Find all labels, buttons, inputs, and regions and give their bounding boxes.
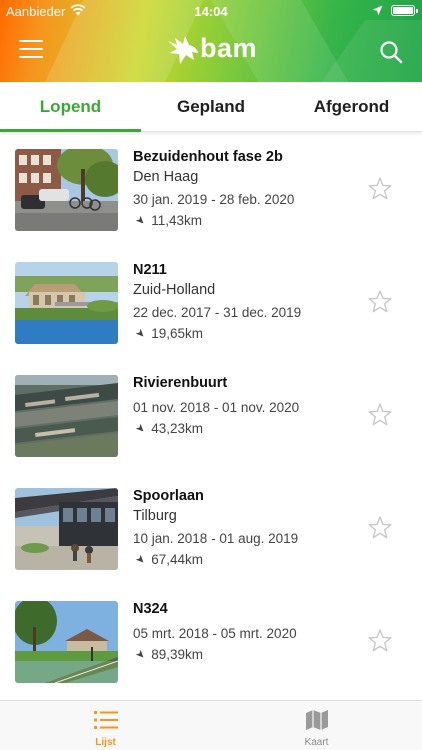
project-thumbnail <box>15 488 118 570</box>
project-thumbnail <box>15 262 118 344</box>
favorite-star-icon[interactable] <box>367 289 393 315</box>
app-header: Aanbieder 14:04 bam <box>0 0 422 82</box>
tab-afgerond[interactable]: Afgerond <box>281 82 422 132</box>
project-location: Tilburg <box>133 508 177 524</box>
logo-text: bam <box>200 33 258 63</box>
hamburger-icon[interactable] <box>19 40 43 62</box>
tab-gepland[interactable]: Gepland <box>141 82 281 132</box>
project-item[interactable]: Spoorlaan Tilburg 10 jan. 2018 - 01 aug.… <box>0 472 422 585</box>
project-title: Bezuidenhout fase 2b <box>133 149 283 165</box>
distance-value: 11,43km <box>151 213 202 228</box>
distance-value: 67,44km <box>151 552 203 567</box>
project-dates: 05 mrt. 2018 - 05 mrt. 2020 <box>133 626 297 641</box>
project-location: Zuid-Holland <box>133 282 216 298</box>
navigation-arrow-icon: ➤ <box>132 421 148 437</box>
project-thumbnail <box>15 601 118 683</box>
tab-kaart[interactable]: Kaart <box>211 701 422 750</box>
project-title: Spoorlaan <box>133 488 204 504</box>
project-distance: ➤ 43,23km <box>132 421 203 437</box>
favorite-star-icon[interactable] <box>367 176 393 202</box>
project-dates: 10 jan. 2018 - 01 aug. 2019 <box>133 531 299 546</box>
project-item[interactable]: N211 Zuid-Holland 22 dec. 2017 - 31 dec.… <box>0 246 422 359</box>
tab-lijst[interactable]: Lijst <box>0 701 211 750</box>
map-icon <box>306 710 328 730</box>
project-title: N324 <box>133 601 168 617</box>
favorite-star-icon[interactable] <box>367 402 393 428</box>
bam-bird-icon <box>168 36 198 64</box>
bam-logo: bam <box>166 33 260 67</box>
project-distance: ➤ 67,44km <box>132 552 203 568</box>
project-dates: 30 jan. 2019 - 28 feb. 2020 <box>133 192 295 207</box>
active-tab-indicator <box>0 129 141 132</box>
navigation-arrow-icon: ➤ <box>132 647 148 663</box>
project-location: Den Haag <box>133 169 199 185</box>
favorite-star-icon[interactable] <box>367 515 393 541</box>
distance-value: 19,65km <box>151 326 203 341</box>
status-time: 14:04 <box>194 4 228 19</box>
distance-value: 89,39km <box>151 647 203 662</box>
project-distance: ➤ 19,65km <box>132 326 203 342</box>
project-distance: ➤ 89,39km <box>132 647 203 663</box>
project-item[interactable]: Rivierenbuurt 01 nov. 2018 - 01 nov. 202… <box>0 359 422 472</box>
project-distance: ➤ 11,43km <box>132 213 202 229</box>
distance-value: 43,23km <box>151 421 203 436</box>
tab-kaart-label: Kaart <box>304 737 329 748</box>
status-tabs: Lopend Gepland Afgerond <box>0 82 422 132</box>
favorite-star-icon[interactable] <box>367 628 393 654</box>
project-list: Bezuidenhout fase 2b Den Haag 30 jan. 20… <box>0 133 422 699</box>
project-dates: 01 nov. 2018 - 01 nov. 2020 <box>133 400 300 415</box>
navigation-arrow-icon: ➤ <box>132 552 148 568</box>
tab-lopend[interactable]: Lopend <box>0 82 141 132</box>
navigation-arrow-icon: ➤ <box>132 326 148 342</box>
project-title: Rivierenbuurt <box>133 375 228 391</box>
location-arrow-icon <box>372 5 383 16</box>
project-item[interactable]: N324 05 mrt. 2018 - 05 mrt. 2020 ➤ 89,39k… <box>0 585 422 698</box>
project-dates: 22 dec. 2017 - 31 dec. 2019 <box>133 305 302 320</box>
navigation-arrow-icon: ➤ <box>132 213 148 229</box>
status-bar: Aanbieder 14:04 <box>0 0 422 22</box>
list-icon <box>94 711 118 729</box>
project-item[interactable]: Bezuidenhout fase 2b Den Haag 30 jan. 20… <box>0 133 422 246</box>
bottom-tab-bar: Lijst Kaart <box>0 700 422 750</box>
battery-icon <box>391 5 418 16</box>
project-title: N211 <box>133 262 167 278</box>
search-icon[interactable] <box>378 39 404 65</box>
project-thumbnail <box>15 375 118 457</box>
project-thumbnail <box>15 149 118 231</box>
tab-lijst-label: Lijst <box>95 737 116 748</box>
